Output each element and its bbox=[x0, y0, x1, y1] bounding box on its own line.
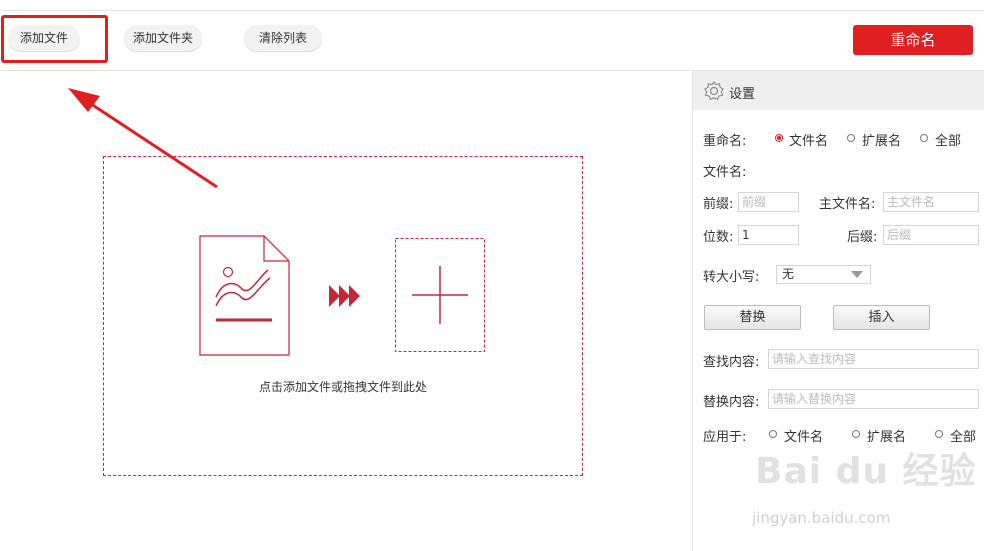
highlight-box bbox=[1, 15, 108, 63]
add-folder-button[interactable]: 添加文件夹 bbox=[124, 25, 202, 51]
apply-radio-filename[interactable] bbox=[769, 430, 777, 438]
settings-header: 设置 bbox=[693, 71, 984, 110]
main-name-label: 主文件名: bbox=[819, 197, 876, 212]
rename-option-extension[interactable]: 扩展名 bbox=[862, 130, 901, 149]
settings-title: 设置 bbox=[729, 87, 756, 102]
case-value: 无 bbox=[782, 267, 795, 281]
rename-radio-extension[interactable] bbox=[847, 134, 855, 142]
panel-divider bbox=[692, 71, 693, 551]
replace-content-label: 替换内容: bbox=[703, 395, 760, 410]
suffix-input[interactable]: 后缀 bbox=[883, 225, 979, 245]
main-name-input[interactable]: 主文件名 bbox=[883, 192, 979, 212]
suffix-label: 后缀: bbox=[847, 230, 878, 245]
find-label: 查找内容: bbox=[703, 355, 760, 370]
gear-icon bbox=[704, 81, 724, 100]
drop-hint: 点击添加文件或拖拽文件到此处 bbox=[258, 380, 427, 394]
document-icon bbox=[199, 235, 290, 356]
case-select[interactable]: 无 bbox=[776, 265, 871, 284]
add-plus-icon[interactable] bbox=[395, 238, 486, 353]
replace-button[interactable]: 替换 bbox=[704, 305, 801, 330]
prefix-label: 前缀: bbox=[703, 197, 734, 212]
case-label: 转大小写: bbox=[703, 270, 760, 285]
triple-arrow-icon bbox=[329, 285, 360, 307]
rename-label: 重命名: bbox=[703, 134, 747, 149]
digits-label: 位数: bbox=[703, 230, 734, 245]
apply-radio-extension[interactable] bbox=[852, 430, 860, 438]
prefix-input[interactable]: 前缀 bbox=[738, 192, 799, 212]
toolbar: 添加文件 添加文件夹 清除列表 bbox=[0, 11, 984, 71]
digits-input[interactable]: 1 bbox=[738, 225, 799, 245]
drop-zone[interactable] bbox=[103, 156, 583, 476]
rename-radio-filename[interactable] bbox=[775, 134, 783, 142]
apply-label: 应用于: bbox=[703, 430, 747, 445]
watermark-url: jingyan.baidu.com bbox=[752, 509, 891, 527]
apply-radio-all[interactable] bbox=[935, 430, 943, 438]
rename-radio-all[interactable] bbox=[920, 134, 928, 142]
chevron-down-icon bbox=[851, 271, 863, 278]
rename-button[interactable]: 重命名 bbox=[853, 25, 973, 55]
rename-option-all[interactable]: 全部 bbox=[935, 130, 961, 149]
rename-option-filename[interactable]: 文件名 bbox=[789, 130, 828, 149]
clear-list-button[interactable]: 清除列表 bbox=[244, 25, 322, 51]
replace-input[interactable]: 请输入替换内容 bbox=[768, 389, 979, 409]
find-input[interactable]: 请输入查找内容 bbox=[768, 349, 979, 369]
insert-button[interactable]: 插入 bbox=[833, 305, 930, 330]
watermark-logo: Bai du 经验 bbox=[755, 451, 977, 492]
filename-label: 文件名: bbox=[703, 165, 747, 180]
